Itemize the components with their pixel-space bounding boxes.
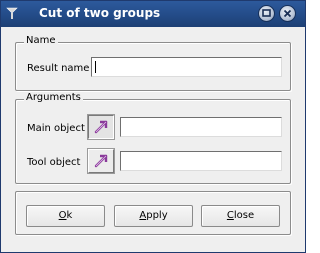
window-title: Cut of two groups xyxy=(39,6,161,20)
text-caret xyxy=(95,61,96,73)
tool-object-field[interactable] xyxy=(120,151,282,171)
main-object-select-button[interactable] xyxy=(87,114,115,140)
name-group-legend: Name xyxy=(24,35,58,46)
apply-button-label: pply xyxy=(146,210,168,221)
close-button-mnemonic: C xyxy=(226,210,234,221)
ok-button[interactable]: Ok xyxy=(26,205,105,227)
result-name-field[interactable] xyxy=(91,57,282,77)
title-bar[interactable]: Cut of two groups xyxy=(1,1,305,27)
name-group: Name Result name xyxy=(15,35,291,91)
main-object-label: Main object xyxy=(27,123,85,134)
close-icon xyxy=(283,9,292,18)
app-icon[interactable] xyxy=(5,6,19,20)
ok-button-mnemonic: O xyxy=(58,210,67,221)
ok-button-label: k xyxy=(66,210,73,221)
maximize-icon xyxy=(262,9,271,17)
tool-object-label: Tool object xyxy=(27,157,81,168)
arguments-group: Arguments Main object Tool object xyxy=(15,92,291,184)
close-button[interactable]: Close xyxy=(201,205,280,227)
dialog-window: Cut of two groups Name Result name Argum… xyxy=(0,0,306,253)
maximize-button[interactable] xyxy=(258,5,275,22)
tool-object-select-button[interactable] xyxy=(87,148,115,174)
main-object-field[interactable] xyxy=(120,117,282,137)
select-arrow-icon xyxy=(94,120,108,134)
select-arrow-icon xyxy=(94,154,108,168)
close-button-label: lose xyxy=(233,210,255,221)
apply-button[interactable]: Apply xyxy=(114,205,193,227)
result-name-label: Result name xyxy=(27,63,90,74)
close-window-button[interactable] xyxy=(279,5,296,22)
arguments-group-legend: Arguments xyxy=(24,92,83,103)
